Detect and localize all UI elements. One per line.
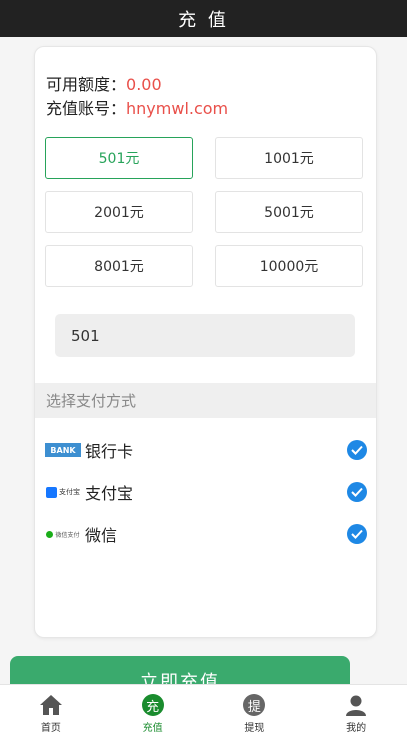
- tab-withdraw[interactable]: 提 提现: [204, 685, 306, 734]
- home-icon: [39, 693, 63, 717]
- amount-option-1001[interactable]: 1001元: [215, 137, 363, 179]
- balance-label: 可用额度：: [46, 75, 127, 94]
- payment-section-title: 选择支付方式: [35, 383, 376, 418]
- withdraw-icon: 提: [242, 693, 266, 717]
- payment-method-name: 银行卡: [85, 442, 134, 461]
- user-icon: [344, 693, 368, 717]
- tab-label: 首页: [40, 723, 61, 734]
- alipay-logo-icon: 支付宝: [45, 484, 81, 500]
- payment-method-bank[interactable]: BANK 银行卡: [45, 436, 367, 464]
- payment-method-wechat[interactable]: 微信支付 微信: [45, 520, 367, 548]
- tab-label: 我的: [346, 723, 367, 734]
- check-icon[interactable]: [347, 440, 367, 460]
- wechat-pay-logo-icon: 微信支付: [45, 526, 81, 542]
- custom-amount-input[interactable]: 501: [55, 314, 355, 357]
- payment-method-name: 微信: [85, 526, 118, 545]
- payment-method-alipay[interactable]: 支付宝 支付宝: [45, 478, 367, 506]
- check-icon[interactable]: [347, 524, 367, 544]
- tab-mine[interactable]: 我的: [305, 685, 407, 734]
- balance-value: 0.00: [126, 75, 162, 94]
- tab-label: 充值: [142, 723, 163, 734]
- tab-home[interactable]: 首页: [0, 685, 102, 734]
- account-row: 充值账号：hnymwl.com: [46, 95, 228, 119]
- amount-option-10000[interactable]: 10000元: [215, 245, 363, 287]
- header-title: 充 值: [0, 0, 407, 37]
- tab-recharge[interactable]: 充 充值: [102, 685, 204, 734]
- recharge-icon: 充: [141, 693, 165, 717]
- bottom-tabbar: 首页 充 充值 提 提现 我的: [0, 684, 407, 734]
- bank-logo-icon: BANK: [45, 442, 81, 458]
- amount-option-8001[interactable]: 8001元: [45, 245, 193, 287]
- tab-label: 提现: [244, 723, 265, 734]
- recharge-card: 可用额度：0.00 充值账号：hnymwl.com 501元 1001元 200…: [34, 46, 377, 638]
- balance-row: 可用额度：0.00: [46, 71, 162, 95]
- check-icon[interactable]: [347, 482, 367, 502]
- amount-option-5001[interactable]: 5001元: [215, 191, 363, 233]
- amount-option-2001[interactable]: 2001元: [45, 191, 193, 233]
- amount-option-501[interactable]: 501元: [45, 137, 193, 179]
- account-label: 充值账号：: [46, 99, 127, 118]
- payment-method-name: 支付宝: [85, 484, 134, 503]
- account-value: hnymwl.com: [126, 99, 229, 118]
